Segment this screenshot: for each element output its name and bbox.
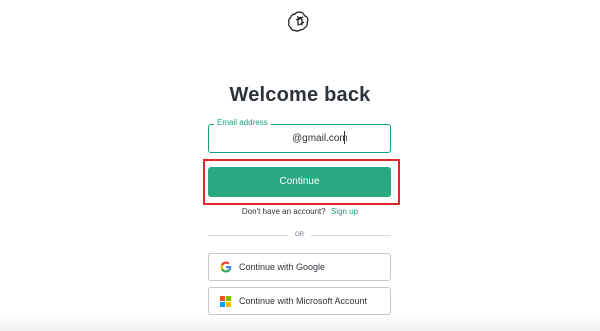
continue-with-google-button[interactable]: Continue with Google bbox=[208, 253, 391, 281]
signup-prompt: Don't have an account? bbox=[241, 207, 326, 216]
openai-logo-icon bbox=[288, 11, 309, 32]
google-icon bbox=[220, 261, 232, 273]
divider-label: OR bbox=[295, 232, 304, 238]
continue-with-microsoft-button[interactable]: Continue with Microsoft Account bbox=[208, 287, 391, 315]
signup-link[interactable]: Sign up bbox=[331, 207, 358, 216]
email-field-label: Email address bbox=[214, 118, 271, 128]
divider-line-right bbox=[311, 235, 391, 236]
continue-button[interactable]: Continue bbox=[208, 167, 391, 197]
email-field[interactable] bbox=[208, 124, 391, 153]
text-caret bbox=[344, 131, 345, 144]
email-input[interactable] bbox=[210, 126, 389, 151]
signup-row: Don't have an account? Sign up bbox=[0, 207, 600, 216]
google-button-label: Continue with Google bbox=[239, 262, 326, 272]
page-title: Welcome back bbox=[229, 84, 371, 106]
bottom-fade bbox=[0, 316, 600, 331]
microsoft-icon bbox=[220, 296, 231, 307]
microsoft-button-label: Continue with Microsoft Account bbox=[239, 296, 368, 306]
divider-line-left bbox=[208, 235, 288, 236]
